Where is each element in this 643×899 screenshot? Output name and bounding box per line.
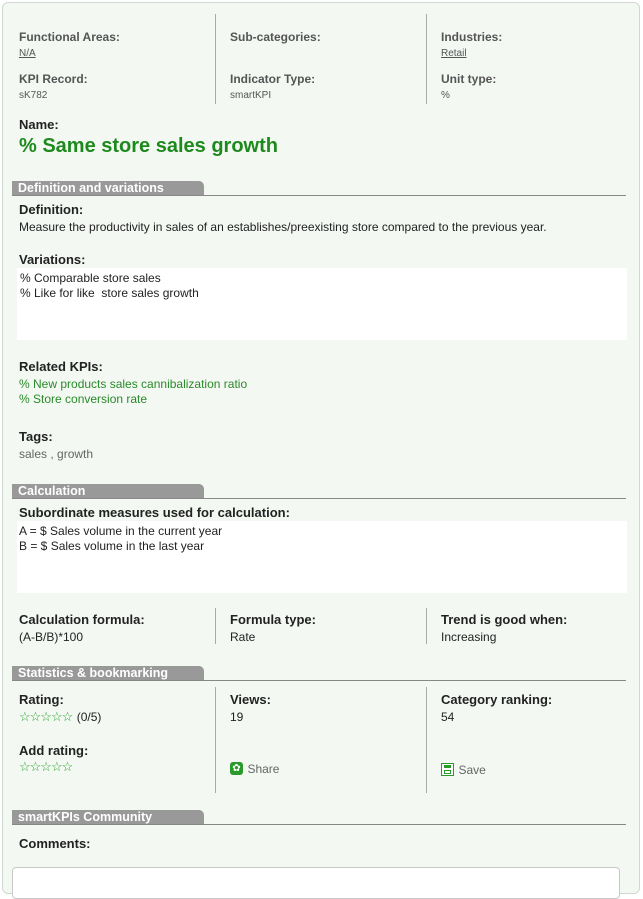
calc-separator (215, 608, 216, 644)
variation-item: % Like for like store sales growth (20, 286, 199, 300)
industries-label: Industries: (441, 30, 503, 44)
meta-separator (426, 14, 427, 104)
tags-label: Tags: (19, 429, 53, 444)
views-label: Views: (230, 692, 271, 707)
trend-value: Increasing (441, 630, 497, 644)
rating-value: (0/5) (76, 710, 102, 724)
section-tab-calculation: Calculation (12, 484, 204, 499)
tag-link[interactable]: growth (57, 447, 93, 461)
calculation-formula-label: Calculation formula: (19, 612, 145, 627)
trend-label: Trend is good when: (441, 612, 568, 627)
measure-item: A = $ Sales volume in the current year (19, 524, 223, 538)
add-rating-label: Add rating: (19, 743, 89, 758)
star-outline-icon: ☆☆☆☆☆ (19, 709, 73, 724)
category-ranking-label: Category ranking: (441, 692, 553, 707)
comments-input[interactable] (12, 867, 620, 899)
kpi-record-value: sK782 (19, 90, 48, 101)
share-button[interactable]: ✿ Share (230, 760, 279, 778)
unit-type-value: % (441, 90, 450, 101)
comments-label: Comments: (19, 836, 91, 851)
variation-item: % Comparable store sales (20, 271, 161, 285)
functional-areas-link[interactable]: N/A (19, 48, 36, 59)
related-kpi-link[interactable]: % Store conversion rate (19, 392, 147, 406)
industries-link[interactable]: Retail (441, 48, 467, 59)
save-button[interactable]: Save (441, 761, 486, 779)
formula-type-label: Formula type: (230, 612, 316, 627)
rating-display: ☆☆☆☆☆ (0/5) (19, 708, 101, 726)
star-outline-icon[interactable]: ☆☆☆☆☆ (19, 759, 73, 775)
definition-text: Measure the productivity in sales of an … (19, 220, 547, 234)
calculation-formula-value: (A-B/B)*100 (19, 630, 84, 644)
definition-label: Definition: (19, 202, 84, 217)
add-rating-stars[interactable]: ☆☆☆☆☆ (19, 758, 73, 776)
rating-label: Rating: (19, 692, 64, 707)
section-divider (12, 824, 626, 825)
related-kpis-label: Related KPIs: (19, 359, 103, 374)
formula-type-value: Rate (230, 630, 256, 644)
tag-separator: , (47, 447, 58, 461)
stats-separator (426, 687, 427, 793)
variations-label: Variations: (19, 252, 86, 267)
subordinate-measures-label: Subordinate measures used for calculatio… (19, 505, 290, 520)
meta-separator (215, 14, 216, 104)
measure-item: B = $ Sales volume in the last year (19, 539, 205, 553)
unit-type-label: Unit type: (441, 72, 497, 86)
section-tab-definition: Definition and variations (12, 181, 204, 196)
save-icon (441, 763, 454, 777)
kpi-record-label: KPI Record: (19, 72, 88, 86)
kpi-title: % Same store sales growth (19, 135, 278, 157)
variations-box: % Comparable store sales % Like for like… (17, 268, 627, 340)
related-kpi-link[interactable]: % New products sales cannibalization rat… (19, 377, 247, 391)
indicator-type-label: Indicator Type: (230, 72, 316, 86)
tags-list: sales , growth (19, 447, 93, 461)
subcategories-label: Sub-categories: (230, 30, 321, 44)
share-icon: ✿ (230, 762, 243, 776)
functional-areas-label: Functional Areas: (19, 30, 120, 44)
calc-separator (426, 608, 427, 644)
measures-box: A = $ Sales volume in the current year B… (17, 521, 627, 593)
category-ranking-value: 54 (441, 710, 455, 724)
section-divider (12, 680, 626, 681)
tag-link[interactable]: sales (19, 447, 47, 461)
save-label: Save (458, 762, 486, 777)
section-tab-statistics: Statistics & bookmarking (12, 666, 204, 681)
stats-separator (215, 687, 216, 793)
share-label: Share (247, 761, 280, 776)
section-divider (12, 498, 626, 499)
section-divider (12, 195, 626, 196)
name-label: Name: (19, 117, 59, 132)
views-value: 19 (230, 710, 244, 724)
section-tab-community: smartKPIs Community (12, 810, 204, 825)
indicator-type-value: smartKPI (230, 90, 272, 101)
